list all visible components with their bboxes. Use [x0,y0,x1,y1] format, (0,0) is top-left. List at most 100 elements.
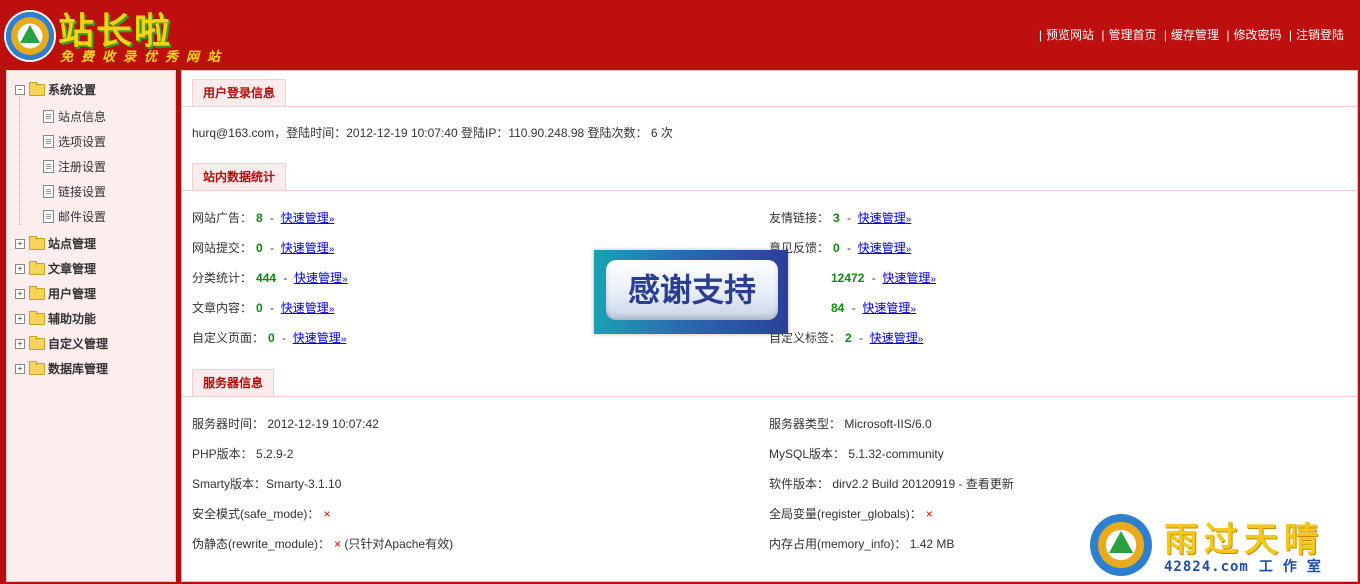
quick-manage-link[interactable]: 快速管理» [862,301,916,315]
quick-manage-link[interactable]: 快速管理» [294,271,348,285]
folder-open-icon [29,81,45,96]
stat-value: 0 [268,331,275,345]
double-arrow-icon: » [905,214,912,225]
nav-admin-home[interactable]: 管理首页 [1109,28,1157,42]
divider [182,190,1357,191]
server-row: Smarty版本：Smarty-3.1.10 [192,475,341,492]
quick-manage-link[interactable]: 快速管理» [858,211,912,225]
section-title-stats: 站内数据统计 [192,163,287,190]
sidebar-group-site-manage[interactable]: + 站点管理 [15,235,96,252]
document-icon [43,160,54,173]
stat-row: 网站提交： 0 - 快速管理» [192,241,335,255]
thanks-text: 感谢支持 [606,260,778,320]
double-arrow-icon: » [930,274,936,285]
sidebar-item-mail[interactable]: 邮件设置 [43,208,106,225]
nav-preview-site[interactable]: 预览网站 [1046,28,1094,42]
server-row: 内存占用(memory_info)： 1.42 MB [769,535,954,552]
folder-icon [29,260,45,275]
quick-manage-label: 快速管理 [280,241,329,255]
sidebar-group-user-manage[interactable]: + 用户管理 [15,285,96,302]
sidebar-group-database-manage[interactable]: + 数据库管理 [15,360,108,377]
server-value: Smarty-3.1.10 [266,477,342,491]
server-row: 全局变量(register_globals)： × [769,505,933,522]
double-arrow-icon: » [328,304,335,315]
quick-manage-link[interactable]: 快速管理» [281,241,335,255]
quick-manage-label: 快速管理 [882,271,931,285]
stat-value: 84 [831,301,845,315]
double-arrow-icon: » [340,334,347,345]
sidebar-group-label: 系统设置 [48,83,97,97]
collapse-icon[interactable]: − [15,84,25,95]
folder-icon [29,285,45,300]
thanks-overlay: 感谢支持 [594,250,788,334]
expand-icon[interactable]: + [15,363,25,374]
sidebar-group-custom-manage[interactable]: + 自定义管理 [15,335,108,352]
stat-label: 网站广告： [192,211,253,225]
sidebar-group-system-settings[interactable]: − 系统设置 [15,81,96,98]
server-label: Smarty版本： [192,477,267,491]
expand-icon[interactable]: + [15,238,25,249]
server-value: Microsoft-IIS/6.0 [844,417,932,431]
expand-icon[interactable]: + [15,288,25,299]
sidebar-item-options[interactable]: 选项设置 [43,133,106,150]
quick-manage-label: 快速管理 [869,331,918,345]
section-title-server-info: 服务器信息 [192,369,275,396]
sidebar-group-label: 用户管理 [48,287,97,301]
quick-manage-link[interactable]: 快速管理» [858,241,912,255]
quick-manage-link[interactable]: 快速管理» [870,331,924,345]
sidebar-item-label: 站点信息 [58,110,107,124]
server-row: 伪静态(rewrite_module)： × (只针对Apache有效) [192,535,453,552]
divider [182,396,1357,397]
server-value: 5.1.32-community [848,447,944,461]
server-value[interactable]: dirv2.2 Build 20120919 - 查看更新 [832,477,1013,491]
server-label: 服务器时间： [192,417,265,431]
expand-icon[interactable]: + [15,313,25,324]
server-row: PHP版本： 5.2.9-2 [192,445,293,462]
stat-value: 0 [256,241,263,255]
sidebar-group-article-manage[interactable]: + 文章管理 [15,260,96,277]
double-arrow-icon: » [917,334,924,345]
quick-manage-link[interactable]: 快速管理» [281,301,335,315]
double-arrow-icon: » [910,304,916,315]
sidebar-item-label: 选项设置 [58,135,107,149]
stat-value: 2 [845,331,852,345]
server-label: 安全模式(safe_mode)： [192,507,320,521]
quick-manage-link[interactable]: 快速管理» [293,331,347,345]
sidebar-item-site-info[interactable]: 站点信息 [43,108,106,125]
document-icon [43,110,54,123]
stat-row: 友情链接： 3 - 快速管理» [769,211,912,225]
watermark-brand: 雨过天晴 [1164,520,1324,560]
sidebar-item-links[interactable]: 链接设置 [43,183,106,200]
server-row: 安全模式(safe_mode)： × [192,505,330,522]
server-label: 内存占用(memory_info)： [769,537,907,551]
top-nav: | 预览网站 | 管理首页 | 缓存管理 | 修改密码 | 注销登陆 [1038,28,1344,42]
quick-manage-link[interactable]: 快速管理» [882,271,936,285]
expand-icon[interactable]: + [15,263,25,274]
watermark: 雨过天晴 42824.com 工作室 [1090,510,1360,584]
folder-icon [29,335,45,350]
sidebar-group-label: 文章管理 [48,262,97,276]
sidebar-group-tools[interactable]: + 辅助功能 [15,310,96,327]
nav-change-password[interactable]: 修改密码 [1234,28,1282,42]
stat-label: 网站提交： [192,241,253,255]
quick-manage-label: 快速管理 [292,331,341,345]
watermark-logo-icon [1090,514,1152,576]
sidebar-group-label: 辅助功能 [48,312,97,326]
nav-logout[interactable]: 注销登陆 [1296,28,1344,42]
sidebar: − 系统设置 站点信息 选项设置 注册设置 链接设置 邮件设置 + 站点管理 +… [6,70,176,582]
folder-icon [29,310,45,325]
watermark-domain: 42824.com [1164,559,1249,575]
stat-row: 意见反馈： 0 - 快速管理» [769,241,912,255]
quick-manage-link[interactable]: 快速管理» [281,211,335,225]
login-info-line: hurq@163.com，登陆时间：2012-12-19 10:07:40 登陆… [192,126,673,140]
sidebar-item-label: 邮件设置 [58,210,107,224]
disabled-cross-icon: × [334,537,342,551]
logo-subtitle: 免费收录优秀网站 [60,50,229,65]
document-icon [43,210,54,223]
server-label: MySQL版本： [769,447,846,461]
sidebar-item-register[interactable]: 注册设置 [43,158,106,175]
server-row: 软件版本： dirv2.2 Build 20120919 - 查看更新 [769,475,1014,492]
expand-icon[interactable]: + [15,338,25,349]
nav-cache-manage[interactable]: 缓存管理 [1171,28,1219,42]
server-label: 服务器类型： [769,417,842,431]
